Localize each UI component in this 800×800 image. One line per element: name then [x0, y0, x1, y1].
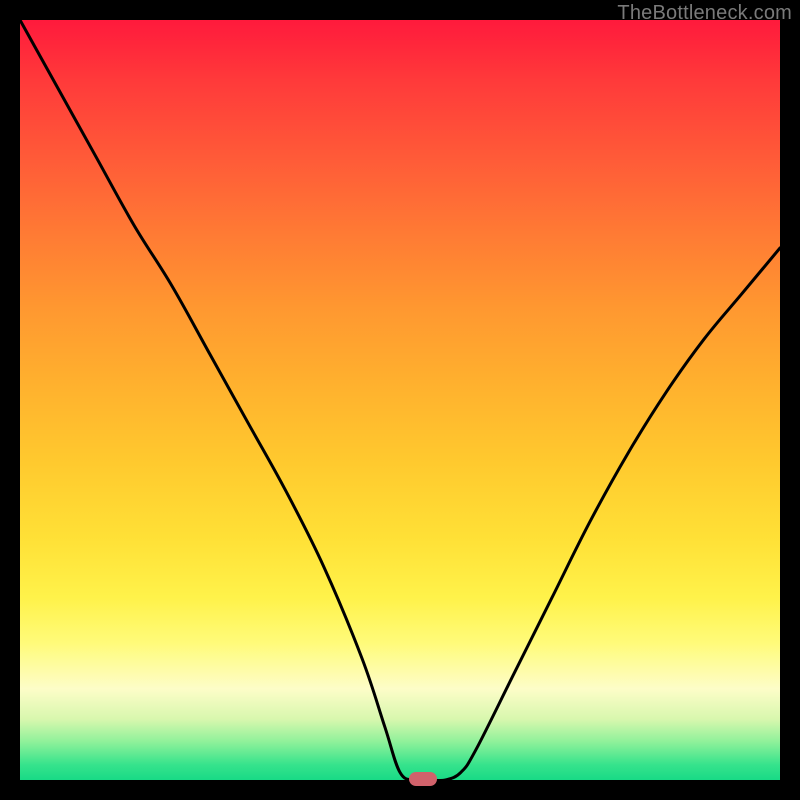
chart-frame: TheBottleneck.com [0, 0, 800, 800]
bottleneck-curve [20, 20, 780, 780]
plot-area [20, 20, 780, 780]
optimal-marker [409, 772, 437, 786]
